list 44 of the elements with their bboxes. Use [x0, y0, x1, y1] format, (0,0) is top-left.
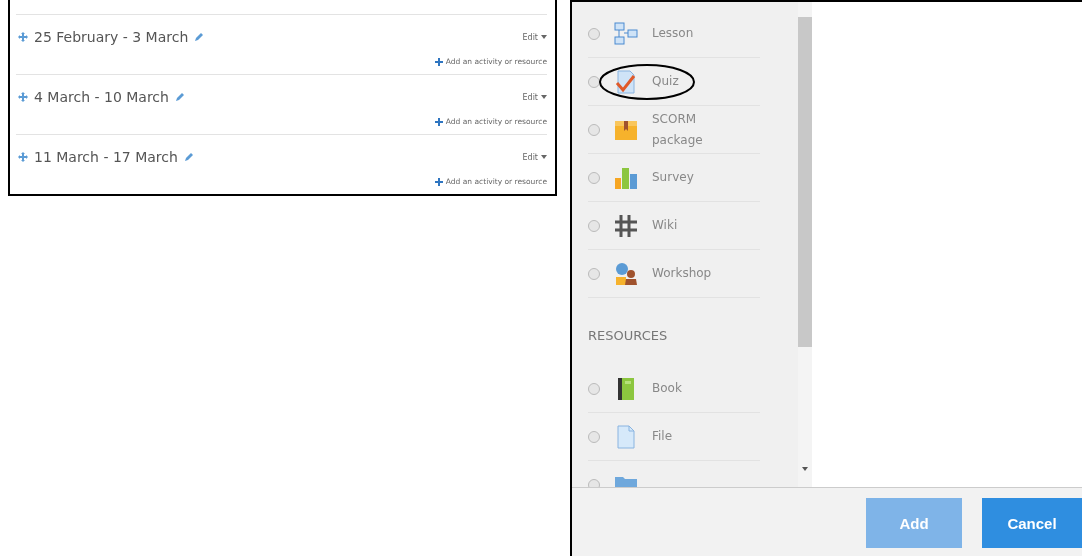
item-label[interactable]: Quiz: [652, 71, 722, 92]
section-title: 11 March - 17 March: [34, 149, 178, 165]
flowchart-icon: [614, 21, 638, 46]
woven-grid-icon: [614, 213, 638, 238]
move-icon[interactable]: [18, 92, 28, 102]
radio-button[interactable]: [588, 219, 600, 232]
pencil-icon[interactable]: [183, 152, 194, 162]
radio-button[interactable]: [588, 430, 600, 443]
bar-chart-icon: [614, 165, 638, 190]
plus-icon: [434, 57, 443, 66]
plus-icon: [434, 177, 443, 186]
pencil-icon[interactable]: [174, 92, 185, 102]
item-label[interactable]: File: [652, 426, 722, 447]
scrollbar[interactable]: [798, 2, 812, 487]
radio-button[interactable]: [588, 171, 600, 184]
caret-icon: [541, 95, 547, 99]
item-label[interactable]: Lesson: [652, 23, 722, 44]
scroll-down-icon[interactable]: [802, 467, 808, 471]
edit-menu[interactable]: Edit: [522, 152, 547, 162]
caret-icon: [541, 35, 547, 39]
radio-button[interactable]: [588, 267, 600, 280]
radio-button[interactable]: [588, 123, 600, 136]
caret-icon: [541, 155, 547, 159]
resources-heading: RESOURCES: [588, 327, 669, 345]
item-label[interactable]: Wiki: [652, 215, 722, 236]
item-label[interactable]: Workshop: [652, 263, 722, 284]
radio-button[interactable]: [588, 75, 600, 88]
section-title: 25 February - 3 March: [34, 29, 189, 45]
cancel-button[interactable]: Cancel: [982, 498, 1082, 548]
radio-button[interactable]: [588, 382, 600, 395]
edit-menu[interactable]: Edit: [522, 32, 547, 42]
document-icon: [614, 424, 638, 449]
plus-icon: [434, 117, 443, 126]
edit-menu[interactable]: Edit: [522, 92, 547, 102]
section-title: 4 March - 10 March: [34, 89, 169, 105]
item-label[interactable]: Book: [652, 378, 722, 399]
move-icon[interactable]: [18, 32, 28, 42]
people-icon: [614, 261, 638, 286]
item-label[interactable]: Survey: [652, 167, 722, 188]
pencil-icon[interactable]: [194, 32, 205, 42]
item-label[interactable]: SCORM package: [652, 108, 722, 151]
move-icon[interactable]: [18, 152, 28, 162]
radio-button[interactable]: [588, 27, 600, 40]
checkmark-document-icon: [614, 69, 638, 94]
